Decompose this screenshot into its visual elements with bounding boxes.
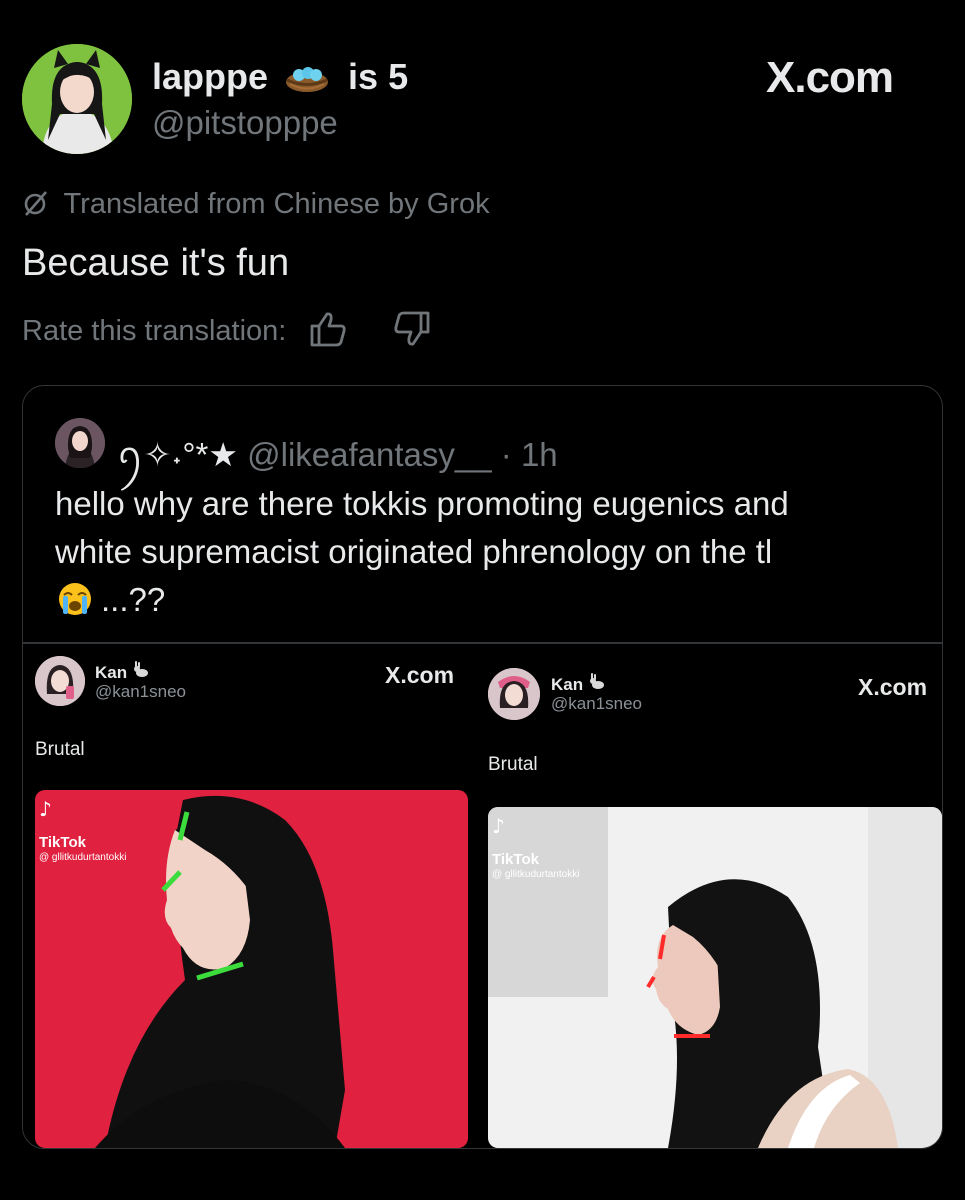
thumbs-up-icon[interactable] — [308, 310, 350, 348]
translated-note-text: Translated from Chinese by Grok — [63, 188, 490, 220]
quoted-author-avatar[interactable] — [55, 418, 105, 468]
embedded-name-text: Kan — [95, 663, 128, 682]
tiktok-username: @ gllitkudurtantokki — [39, 852, 127, 863]
embedded-author-avatar — [488, 668, 540, 720]
media-screenshot-1[interactable]: Kan @kan1sneo X.com Brutal ♪ TikTok @ gl… — [23, 644, 482, 1148]
translated-note: Translated from Chinese by Grok — [22, 188, 490, 221]
rate-translation: Rate this translation: — [22, 310, 432, 348]
author-display-name[interactable]: lapppe is 5 — [152, 56, 408, 98]
x-brand-text: X.com — [766, 53, 894, 102]
quoted-text-line-2: white supremacist originated phrenology … — [55, 533, 773, 570]
post-text: Because it's fun — [22, 242, 290, 284]
quoted-text-line-1: hello why are there tokkis promoting eug… — [55, 485, 789, 522]
embedded-photo: ♪ TikTok @ gllitkudurtantokki — [488, 807, 942, 1148]
embedded-post-text: Brutal — [488, 754, 538, 775]
rabbit-emoji-icon — [588, 673, 606, 694]
translate-icon — [22, 188, 64, 220]
author-name-suffix: is 5 — [348, 56, 409, 97]
author-avatar[interactable] — [22, 44, 132, 154]
rate-label: Rate this translation: — [22, 315, 287, 347]
svg-text:♪: ♪ — [39, 797, 52, 821]
svg-text:♪: ♪ — [492, 814, 505, 838]
author-name: lapppe — [152, 56, 269, 97]
tiktok-label: TikTok — [39, 834, 86, 851]
embedded-brand: X.com — [385, 662, 455, 688]
nest-emoji-icon — [284, 60, 330, 92]
embedded-photo: ♪ TikTok @ gllitkudurtantokki — [35, 790, 468, 1148]
embedded-author-avatar — [35, 656, 85, 706]
rabbit-emoji-icon — [132, 661, 150, 682]
tiktok-label: TikTok — [492, 851, 539, 868]
embedded-author-handle: @kan1sneo — [95, 682, 186, 701]
quoted-author-name: ꪆ✧˖°*★ — [117, 436, 238, 473]
loudly-crying-emoji-icon — [55, 581, 95, 617]
author-handle[interactable]: @pitstopppe — [152, 104, 338, 142]
embedded-name-text: Kan — [551, 675, 584, 694]
quoted-post-text: hello why are there tokkis promoting eug… — [55, 480, 915, 624]
embedded-author-handle: @kan1sneo — [551, 694, 642, 713]
tiktok-username: @ gllitkudurtantokki — [492, 869, 580, 880]
quoted-post-time: · 1h — [500, 436, 558, 473]
quoted-text-line-3: ...?? — [55, 576, 915, 624]
thumbs-down-icon[interactable] — [390, 310, 432, 348]
quoted-text-end: ...?? — [101, 581, 166, 618]
media-screenshot-2[interactable]: Kan @kan1sneo X.com Brutal ♪ TikTok @ gl… — [482, 644, 942, 1148]
embedded-author-name: Kan — [551, 672, 606, 695]
embedded-author-name: Kan — [95, 660, 150, 683]
embedded-post-text: Brutal — [35, 739, 85, 760]
quoted-post-card[interactable]: ꪆ✧˖°*★ @likeafantasy__ · 1h hello why ar… — [22, 385, 943, 1149]
x-com-brand: X.com — [766, 53, 894, 103]
embedded-brand: X.com — [858, 674, 928, 700]
quoted-author-handle: @likeafantasy__ — [247, 436, 492, 473]
